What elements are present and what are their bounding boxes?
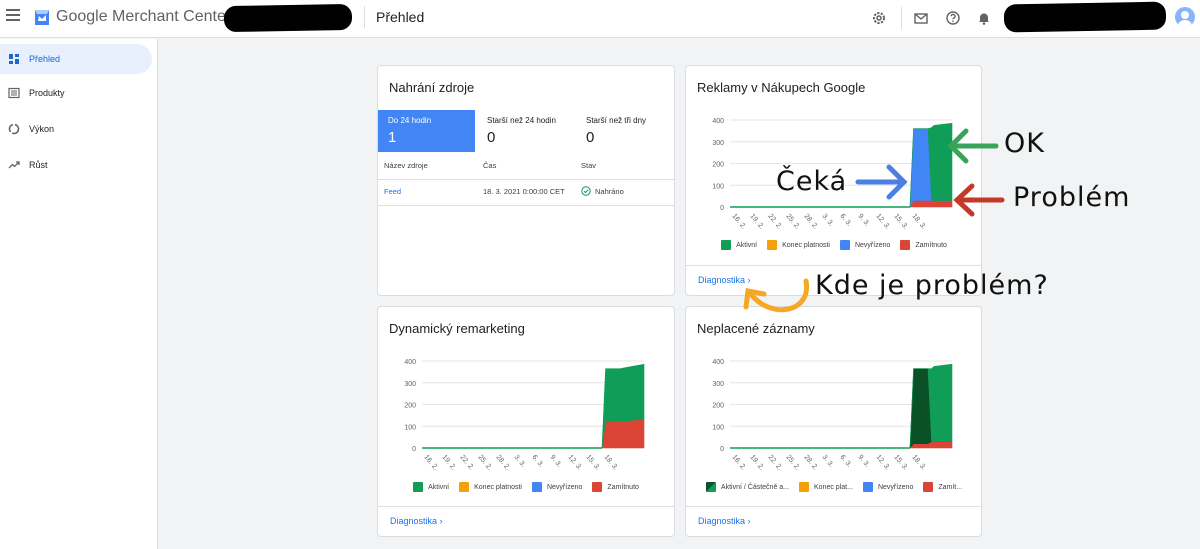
annotation-where-is-problem: Kde je problém?: [815, 270, 1049, 301]
annotation-ok: OK: [1004, 128, 1045, 159]
orange-curved-arrow: [743, 278, 809, 313]
blue-arrow: [855, 164, 908, 200]
red-arrow: [953, 183, 1005, 217]
green-arrow: [947, 128, 999, 164]
annotation-pending: Čeká: [776, 166, 848, 197]
annotation-problem: Problém: [1013, 182, 1131, 213]
